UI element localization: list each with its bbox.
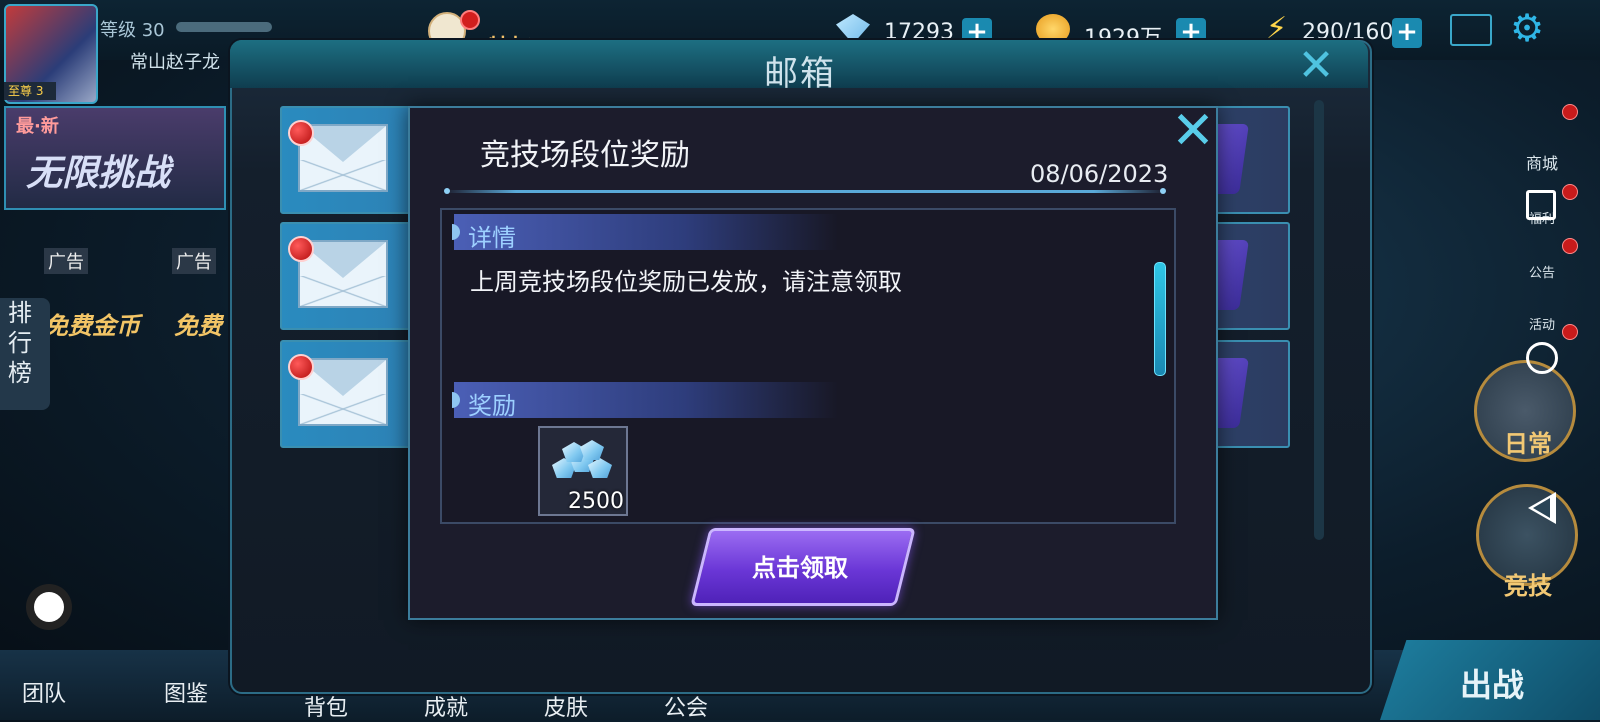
exp-bar	[176, 22, 272, 32]
event-banner[interactable]: 最·新 无限挑战	[4, 106, 226, 210]
notification-dot	[1562, 104, 1578, 120]
mail-icon[interactable]	[1450, 14, 1492, 46]
mail-date: 08/06/2023	[1030, 160, 1169, 188]
daily-label: 日常	[1504, 430, 1552, 458]
unread-dot	[288, 236, 314, 262]
claim-button-label: 点击领取	[752, 554, 848, 582]
codex-button[interactable]: 图鉴	[164, 676, 208, 708]
notification-dot	[1562, 238, 1578, 254]
reward-quantity: 2500	[568, 489, 624, 514]
mailbox-title: 邮箱	[764, 54, 836, 94]
detail-section-label: 详情	[468, 224, 516, 252]
add-energy-button[interactable]: +	[1392, 18, 1422, 48]
notification-dot	[1562, 184, 1578, 200]
reward-section-header: 奖励	[452, 382, 838, 420]
unread-dot	[288, 354, 314, 380]
unread-dot	[288, 120, 314, 146]
reward-item-slot[interactable]: 2500	[538, 426, 628, 516]
leaderboard-label: 排	[8, 299, 32, 327]
notice-button[interactable]: 公告	[1512, 262, 1572, 281]
free-gold-button[interactable]: 免费金币	[44, 306, 140, 341]
team-button[interactable]: 团队	[22, 676, 66, 708]
battle-label: 出战	[1460, 666, 1525, 704]
reward-section-label: 奖励	[468, 392, 516, 420]
event-new-tag: 最·新	[16, 116, 59, 137]
diamond-pile-icon	[548, 440, 614, 482]
content-scrollbar[interactable]	[1154, 262, 1166, 376]
leaderboard-tab[interactable]: 排 行 榜	[0, 298, 50, 410]
mail-subject: 竞技场段位奖励	[480, 138, 690, 173]
title-divider	[444, 188, 1166, 194]
leaderboard-label: 行	[8, 329, 32, 357]
ad-tag: 广告	[44, 248, 88, 274]
floating-assist-button[interactable]	[26, 584, 72, 630]
dialog-close-button[interactable]: ✕	[1170, 105, 1216, 157]
back-icon[interactable]	[1528, 492, 1556, 524]
detail-section-header: 详情	[452, 214, 838, 252]
mail-list-scrollbar[interactable]	[1314, 100, 1324, 540]
skin-button[interactable]: 皮肤	[544, 690, 588, 722]
leaderboard-label: 榜	[8, 359, 32, 387]
notification-dot	[460, 10, 480, 30]
shop-button[interactable]: 商城	[1512, 150, 1572, 174]
bag-button[interactable]: 背包	[304, 690, 348, 722]
player-level: 等级 30	[100, 20, 165, 41]
mail-body-text: 上周竞技场段位奖励已发放，请注意领取	[470, 268, 902, 296]
notification-dot	[1562, 324, 1578, 340]
gear-icon[interactable]: ⚙	[1510, 8, 1550, 48]
ad-tag: 广告	[172, 248, 216, 274]
home-icon[interactable]	[1526, 342, 1558, 374]
event-title: 无限挑战	[26, 153, 171, 194]
guild-button[interactable]: 公会	[664, 690, 708, 722]
arena-label: 竞技	[1504, 572, 1552, 600]
mailbox-close-button[interactable]: ✕	[1294, 44, 1338, 88]
recent-apps-icon[interactable]	[1526, 190, 1556, 220]
achievement-button[interactable]: 成就	[424, 690, 468, 722]
free-reward-button[interactable]: 免费	[174, 306, 222, 341]
